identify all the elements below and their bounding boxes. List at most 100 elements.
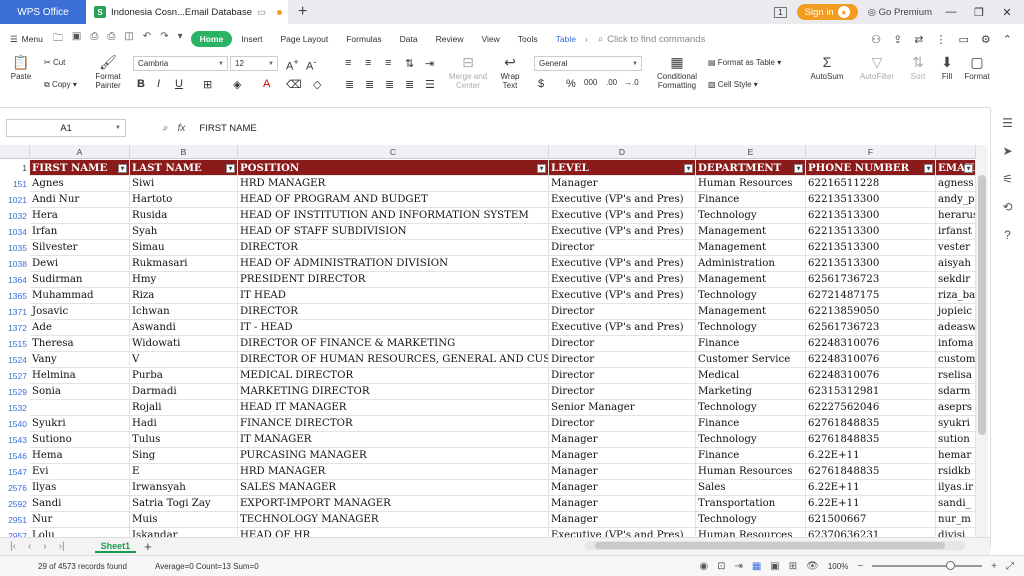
table-cell[interactable]: aisyah: [936, 256, 976, 272]
tab-data[interactable]: Data: [391, 34, 427, 44]
open-folder-icon[interactable]: 🗀: [53, 31, 63, 48]
filter-dropdown-icon[interactable]: ▼: [118, 164, 127, 173]
table-cell[interactable]: Syah: [130, 224, 238, 240]
row-number[interactable]: 1035: [0, 240, 30, 256]
vertical-scroll-thumb[interactable]: [978, 175, 986, 435]
wrap-text-button[interactable]: ↩ Wrap Text: [496, 54, 524, 90]
table-cell[interactable]: Sutiono: [30, 432, 130, 448]
fit-icon[interactable]: ⤢: [1006, 561, 1014, 572]
eraser-icon[interactable]: ◇: [313, 78, 321, 91]
table-cell[interactable]: Rukmasari: [130, 256, 238, 272]
table-cell[interactable]: Iskandar: [130, 528, 238, 537]
spreadsheet-grid[interactable]: ABCDEF 1 FIRST NAME ▼ LAST NAME ▼ POSITION ▼ LE…: [0, 145, 976, 537]
table-cell[interactable]: Management: [696, 240, 806, 256]
distributed-icon[interactable]: ☰: [425, 78, 435, 91]
table-cell[interactable]: Simau: [130, 240, 238, 256]
table-cell[interactable]: Syukri: [30, 416, 130, 432]
table-cell[interactable]: Lolu: [30, 528, 130, 537]
table-cell[interactable]: Director: [549, 416, 696, 432]
align-right-icon[interactable]: ≣: [385, 78, 394, 91]
freeze-icon[interactable]: ⊡: [717, 561, 725, 572]
table-cell[interactable]: irfanst: [936, 224, 976, 240]
table-cell[interactable]: HEAD OF INSTITUTION AND INFORMATION SYST…: [238, 208, 549, 224]
table-cell[interactable]: agness: [936, 176, 976, 192]
table-cell[interactable]: 62213859050: [806, 304, 936, 320]
table-cell[interactable]: Vany: [30, 352, 130, 368]
tab-home[interactable]: Home: [190, 31, 233, 47]
table-cell[interactable]: HEAD IT MANAGER: [238, 400, 549, 416]
tab-review[interactable]: Review: [427, 34, 473, 44]
row-number[interactable]: 1527: [0, 368, 30, 384]
table-cell[interactable]: Human Resources: [696, 528, 806, 537]
row-number[interactable]: 1532: [0, 400, 30, 416]
table-cell[interactable]: Customer Service: [696, 352, 806, 368]
table-cell[interactable]: 62216511228: [806, 176, 936, 192]
table-cell[interactable]: DIRECTOR: [238, 304, 549, 320]
table-cell[interactable]: herarus: [936, 208, 976, 224]
table-cell[interactable]: Manager: [549, 496, 696, 512]
cell-style-button[interactable]: ▧ Cell Style ▾: [708, 80, 758, 89]
fx-icon[interactable]: fx: [178, 123, 186, 134]
table-cell[interactable]: Technology: [696, 432, 806, 448]
filter-dropdown-icon[interactable]: ▼: [794, 164, 803, 173]
table-cell[interactable]: SALES MANAGER: [238, 480, 549, 496]
increase-decimal-icon[interactable]: .00: [606, 78, 617, 87]
table-cell[interactable]: sution: [936, 432, 976, 448]
table-cell[interactable]: Director: [549, 240, 696, 256]
tab-scroll-right-icon[interactable]: ›: [585, 34, 588, 44]
table-cell[interactable]: Finance: [696, 336, 806, 352]
font-name-select[interactable]: Cambria ▼: [133, 56, 228, 71]
paste-button[interactable]: 📋 Paste: [8, 54, 34, 81]
zoom-formula-icon[interactable]: ⌕: [162, 123, 168, 134]
table-cell[interactable]: PURCASING MANAGER: [238, 448, 549, 464]
currency-icon[interactable]: $: [538, 78, 544, 90]
indent-icon[interactable]: ⇥: [425, 57, 434, 70]
table-cell[interactable]: HRD MANAGER: [238, 176, 549, 192]
clear-icon[interactable]: ⌫: [286, 78, 302, 91]
table-cell[interactable]: 62315312981: [806, 384, 936, 400]
table-cell[interactable]: riza_ba: [936, 288, 976, 304]
table-cell[interactable]: rsidkb: [936, 464, 976, 480]
table-cell[interactable]: 62761848835: [806, 464, 936, 480]
column-title-cell[interactable]: DEPARTMENT ▼: [696, 160, 806, 176]
command-search[interactable]: ⌕ Click to find commands: [598, 34, 706, 45]
tab-insert[interactable]: Insert: [232, 34, 271, 44]
align-center-icon[interactable]: ≣: [365, 78, 374, 91]
table-cell[interactable]: Manager: [549, 432, 696, 448]
align-left-icon[interactable]: ≣: [345, 78, 354, 91]
column-header[interactable]: D: [549, 145, 696, 159]
full-screen-icon[interactable]: ⊞: [789, 561, 797, 572]
row-number[interactable]: 1524: [0, 352, 30, 368]
vertical-scrollbar[interactable]: [976, 145, 988, 537]
table-cell[interactable]: 62248310076: [806, 352, 936, 368]
row-number[interactable]: 151: [0, 176, 30, 192]
table-cell[interactable]: 62213513300: [806, 208, 936, 224]
filter-dropdown-icon[interactable]: ▼: [924, 164, 933, 173]
autofilter-button[interactable]: ▽ AutoFilter: [855, 54, 899, 81]
table-cell[interactable]: Nur: [30, 512, 130, 528]
table-cell[interactable]: 6.22E+11: [806, 496, 936, 512]
table-cell[interactable]: Purba: [130, 368, 238, 384]
comment-icon[interactable]: ▭: [959, 33, 969, 46]
table-cell[interactable]: Josavic: [30, 304, 130, 320]
table-cell[interactable]: Darmadi: [130, 384, 238, 400]
conditional-formatting-button[interactable]: ▦ Conditional Formatting: [652, 54, 702, 90]
table-cell[interactable]: Hmy: [130, 272, 238, 288]
table-cell[interactable]: Manager: [549, 464, 696, 480]
new-tab-button[interactable]: +: [298, 3, 307, 21]
table-cell[interactable]: Management: [696, 224, 806, 240]
table-cell[interactable]: [30, 400, 130, 416]
table-cell[interactable]: 62213513300: [806, 240, 936, 256]
table-cell[interactable]: Executive (VP's and Pres): [549, 208, 696, 224]
table-cell[interactable]: Manager: [549, 512, 696, 528]
table-cell[interactable]: 62721487175: [806, 288, 936, 304]
table-cell[interactable]: Finance: [696, 448, 806, 464]
table-cell[interactable]: Director: [549, 368, 696, 384]
font-size-select[interactable]: 12 ▼: [230, 56, 278, 71]
collapse-ribbon-icon[interactable]: ⌃: [1003, 33, 1012, 46]
tab-view[interactable]: View: [473, 34, 509, 44]
row-number[interactable]: 1543: [0, 432, 30, 448]
table-cell[interactable]: Irwansyah: [130, 480, 238, 496]
table-cell[interactable]: Rojali: [130, 400, 238, 416]
table-cell[interactable]: PRESIDENT DIRECTOR: [238, 272, 549, 288]
